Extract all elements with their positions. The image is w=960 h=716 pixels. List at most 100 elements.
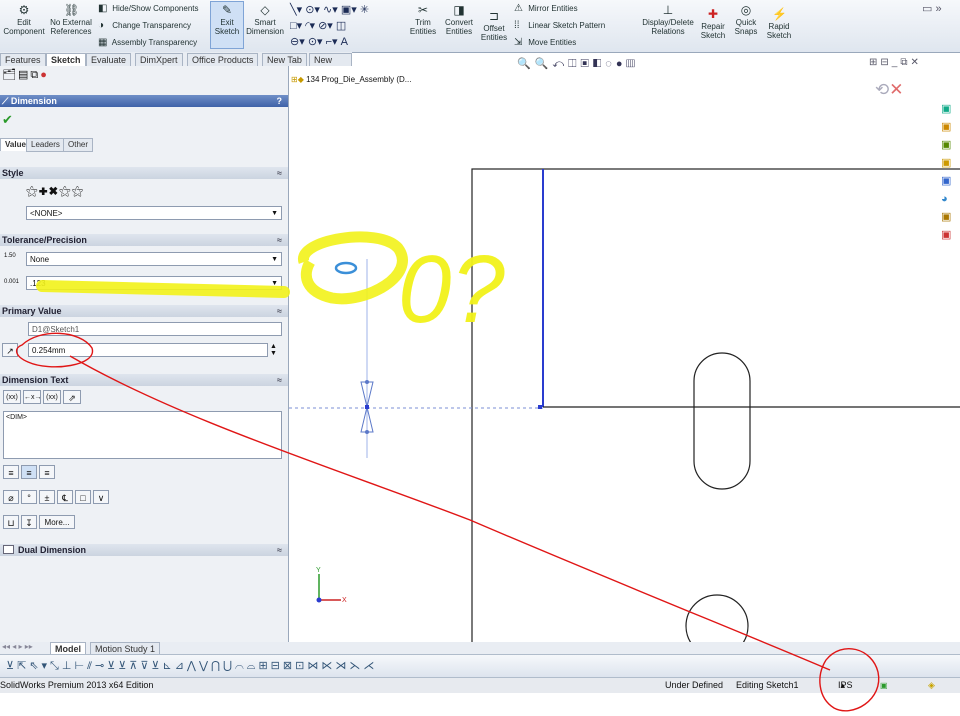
relation-icon-16[interactable]: ⌒ xyxy=(235,660,247,672)
text-icon[interactable]: A xyxy=(341,36,348,48)
relation-icon-24[interactable]: ⋊ xyxy=(335,660,349,672)
help-status-icon[interactable]: ▣ xyxy=(880,678,888,693)
tool-icon-5[interactable]: ⤡ xyxy=(50,660,62,672)
relation-icon-18[interactable]: ⊞ xyxy=(258,660,270,672)
relation-icon-4[interactable]: ⊸ xyxy=(95,660,107,672)
relation-icon-15[interactable]: ⋃ xyxy=(223,660,235,672)
image-icon[interactable]: ▣▾ xyxy=(341,4,357,16)
style-buttons[interactable]: ⚝✚✖⚝⚝ xyxy=(26,184,84,199)
relation-icon-13[interactable]: ⋁ xyxy=(199,660,211,672)
precision-select[interactable]: .123 xyxy=(26,276,282,291)
inspection-dimension-button[interactable]: (xx) xyxy=(43,390,61,404)
edit-component-button[interactable]: ⚙ Edit Component xyxy=(2,2,46,37)
relation-icon-11[interactable]: ⊿ xyxy=(175,660,187,672)
config-manager-icon[interactable]: ⧉ xyxy=(30,69,40,81)
exit-sketch-button[interactable]: ✎ Exit Sketch xyxy=(210,1,244,49)
trim-entities-button[interactable]: ✂ Trim Entities xyxy=(406,2,440,37)
relation-icon-9[interactable]: ⊻ xyxy=(151,660,162,672)
units-selector[interactable]: IPS ▴ xyxy=(838,678,853,693)
offset-entities-button[interactable]: ⊐ Offset Entities xyxy=(478,8,510,43)
ellipse-icon[interactable]: ⊘▾ xyxy=(318,20,333,32)
fillet-icon[interactable]: ⌐▾ xyxy=(326,36,338,48)
plus-minus-symbol-icon[interactable]: ± xyxy=(39,490,55,504)
relation-icon-8[interactable]: ⊽ xyxy=(140,660,151,672)
delete-style-icon[interactable]: ✖ xyxy=(49,184,59,198)
relation-icon-5[interactable]: ⊻ xyxy=(107,660,118,672)
align-left-icon[interactable]: ≡ xyxy=(3,465,19,479)
feature-tree-icon[interactable]: 🗂 xyxy=(2,69,18,81)
relation-icon-20[interactable]: ⊠ xyxy=(283,660,295,672)
slot-icon[interactable]: ⊖▾ xyxy=(290,36,305,48)
override-value-icon[interactable]: ↗ xyxy=(2,343,18,357)
repair-sketch-button[interactable]: ✚ Repair Sketch xyxy=(698,6,728,41)
dimension-name-field[interactable]: D1@Sketch1 xyxy=(28,322,282,336)
more-symbols-button[interactable]: More... xyxy=(39,515,75,529)
hide-show-components-button[interactable]: ◧ Hide/Show Components xyxy=(98,3,199,14)
apply-default-style-icon[interactable]: ⚝ xyxy=(26,184,39,198)
relation-icon-1[interactable]: ⊥ xyxy=(62,660,75,672)
tolerance-type-select[interactable]: None xyxy=(26,252,282,267)
arc-icon[interactable]: ◜▾ xyxy=(305,20,315,32)
center-dimension-button[interactable]: ←x→ xyxy=(23,390,42,404)
relation-icon-23[interactable]: ⋉ xyxy=(321,660,335,672)
select-icon[interactable]: ⇖▾ xyxy=(29,660,50,672)
align-right-icon[interactable]: ≡ xyxy=(39,465,55,479)
relation-icon-19[interactable]: ⊟ xyxy=(271,660,283,672)
tag-icon[interactable]: ◈ xyxy=(928,678,935,693)
degree-symbol-icon[interactable]: ° xyxy=(21,490,37,504)
line-icon[interactable]: ╲▾ xyxy=(290,4,302,16)
diameter-symbol-icon[interactable]: ⌀ xyxy=(3,490,19,504)
dimension-text-area[interactable]: <DIM> xyxy=(3,411,282,459)
relation-icon-17[interactable]: ⌓ xyxy=(247,660,259,672)
subtab-other[interactable]: Other xyxy=(63,138,94,152)
relation-icon-3[interactable]: ⫽ xyxy=(87,660,95,672)
value-spinner[interactable]: ▲ ▼ xyxy=(270,343,277,357)
sketch-tool-icons[interactable]: ⊻⇱⇖▾⤡⊥⊢⫽⊸⊻⊻⊼⊽⊻⊾⊿⋀⋁⋂⋃⌒⌓⊞⊟⊠⊡⋈⋉⋊⋋⋌ xyxy=(6,659,377,673)
align-center-icon[interactable]: ≡ xyxy=(21,465,37,479)
sketch-geometry[interactable]: Y X xyxy=(289,66,960,642)
relation-icon-7[interactable]: ⊼ xyxy=(129,660,140,672)
relation-icon-12[interactable]: ⋀ xyxy=(187,660,199,672)
tab-scroll-arrows[interactable]: ◂◂ ◂ ▸ ▸▸ xyxy=(2,642,33,651)
change-transparency-button[interactable]: ◑ Change Transparency xyxy=(98,20,191,31)
point-icon[interactable]: ✳ xyxy=(360,4,369,16)
ok-check-icon[interactable]: ✔ xyxy=(2,112,13,128)
relation-icon-22[interactable]: ⋈ xyxy=(307,660,321,672)
tab-features[interactable]: Features xyxy=(0,53,46,67)
property-manager-icon[interactable]: ▤ xyxy=(18,69,30,81)
save-style-icon[interactable]: ⚝ xyxy=(59,184,72,198)
primary-value-input[interactable]: 0.254mm xyxy=(28,343,268,357)
square-symbol-icon[interactable]: □ xyxy=(75,490,91,504)
relation-icon-21[interactable]: ⊡ xyxy=(295,660,307,672)
no-external-references-button[interactable]: ⛓ No External References xyxy=(50,2,92,37)
tab-new-tab-2[interactable]: New Tab xyxy=(309,53,352,77)
counterbore-symbol-icon[interactable]: ⊔ xyxy=(3,515,19,529)
select-filter-icon[interactable]: ⇱ xyxy=(17,660,29,672)
expand-ribbon-icon[interactable]: ▭ » xyxy=(922,2,942,15)
assembly-transparency-button[interactable]: ▦ Assembly Transparency xyxy=(98,37,197,48)
dimension-text-section-header[interactable]: Dimension Text ≈ xyxy=(0,374,288,386)
tab-sketch[interactable]: Sketch xyxy=(46,53,86,66)
rapid-sketch-button[interactable]: ⚡ Rapid Sketch xyxy=(764,6,794,41)
sketch-entities-grid[interactable]: ╲▾ ⊙▾ ∿▾ ▣▾ ✳ □▾ ◜▾ ⊘▾ ◫ ⊖▾ ⊙▾ ⌐▾ A xyxy=(290,2,400,48)
mirror-entities-button[interactable]: ⚠ Mirror Entities xyxy=(514,3,578,14)
plane-icon[interactable]: ◫ xyxy=(336,20,346,32)
subtab-leaders[interactable]: Leaders xyxy=(26,138,65,152)
dual-dimension-checkbox[interactable] xyxy=(3,545,14,554)
style-section-header[interactable]: Style ≈ xyxy=(0,167,288,179)
depth-symbol-icon[interactable]: ↧ xyxy=(21,515,37,529)
move-entities-button[interactable]: ⇲ Move Entities xyxy=(514,37,576,48)
tab-new-tab-1[interactable]: New Tab xyxy=(262,53,307,67)
convert-entities-button[interactable]: ◨ Convert Entities xyxy=(442,2,476,37)
offset-text-button[interactable]: ⇗ xyxy=(63,390,81,404)
rectangle-icon[interactable]: □▾ xyxy=(290,20,302,32)
dual-dimension-section-header[interactable]: Dual Dimension ≈ xyxy=(0,544,288,556)
relation-icon-26[interactable]: ⋌ xyxy=(363,660,377,672)
tab-dimxpert[interactable]: DimXpert xyxy=(135,53,183,67)
add-style-icon[interactable]: ✚ xyxy=(39,184,49,198)
circle-icon[interactable]: ⊙▾ xyxy=(305,4,320,16)
relation-icon-10[interactable]: ⊾ xyxy=(162,660,174,672)
tab-office-products[interactable]: Office Products xyxy=(187,53,259,67)
style-select[interactable]: <NONE> xyxy=(26,206,282,221)
spline-icon[interactable]: ∿▾ xyxy=(323,4,338,16)
